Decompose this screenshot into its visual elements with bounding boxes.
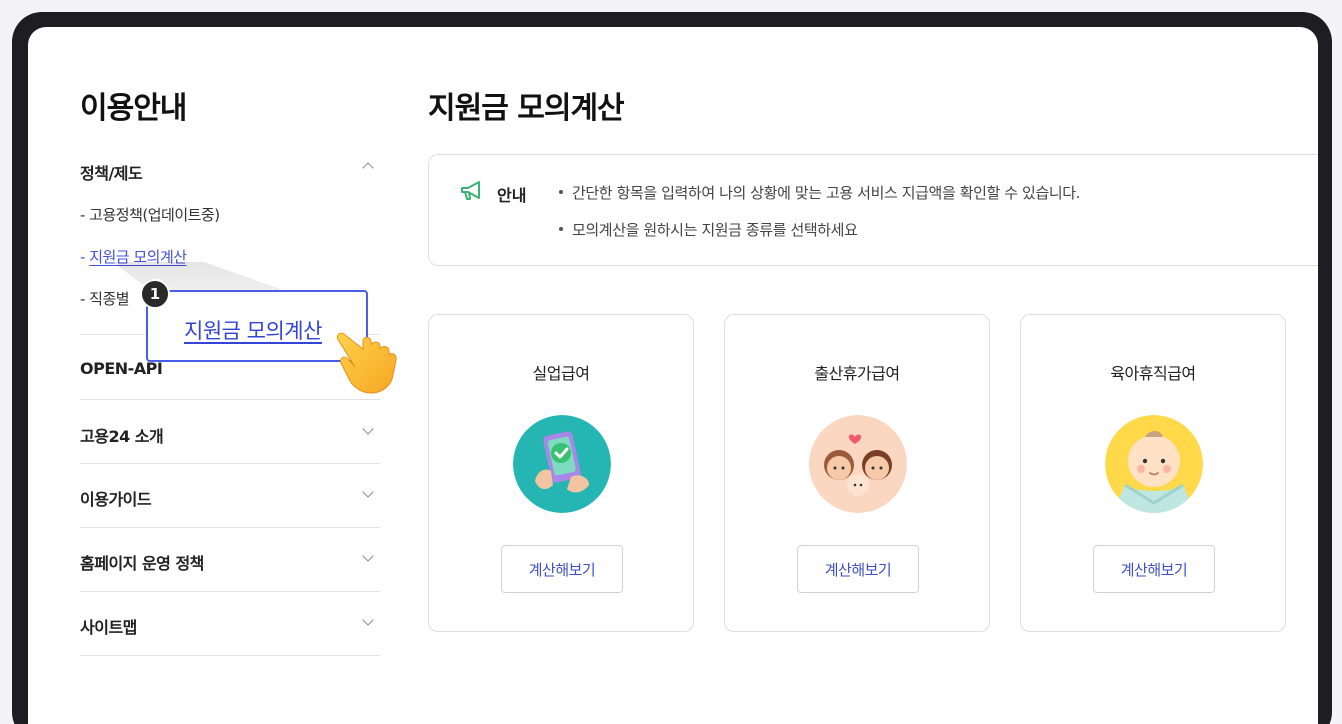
- sidebar-section-policy-operation[interactable]: 홈페이지 운영 정책: [80, 550, 204, 574]
- sidebar-section-sitemap[interactable]: 사이트맵: [80, 614, 137, 638]
- divider: [80, 591, 380, 592]
- card-title: 출산휴가급여: [814, 364, 900, 383]
- calculate-button[interactable]: 계산해보기: [501, 545, 623, 593]
- step-badge: 1: [140, 279, 170, 309]
- calculate-button[interactable]: 계산해보기: [797, 545, 919, 593]
- card-maternity-benefit: 출산휴가급여 계산해보기: [724, 314, 990, 632]
- notice-text: 모의계산을 원하시는 지원금 종류를 선택하세요: [572, 221, 858, 239]
- sidebar-section-guide[interactable]: 이용가이드: [80, 486, 152, 510]
- notice-line: 간단한 항목을 입력하여 나의 상황에 맞는 고용 서비스 지급액을 확인할 수…: [559, 182, 1080, 203]
- sidebar-section-policy[interactable]: 정책/제도: [80, 160, 143, 184]
- sidebar-item-prefix: -: [80, 248, 90, 266]
- chevron-down-icon[interactable]: [362, 423, 374, 435]
- divider: [80, 399, 380, 400]
- card-parental-leave-benefit: 육아휴직급여 계산해보기: [1020, 314, 1286, 632]
- calculate-button[interactable]: 계산해보기: [1093, 545, 1215, 593]
- divider: [80, 527, 380, 528]
- parents-baby-icon: [809, 415, 907, 513]
- card-title: 육아휴직급여: [1110, 364, 1196, 383]
- sidebar-title: 이용안내: [80, 91, 187, 126]
- phone-check-icon: [513, 415, 611, 513]
- chevron-down-icon[interactable]: [362, 614, 374, 626]
- divider: [80, 655, 380, 656]
- chevron-down-icon[interactable]: [362, 486, 374, 498]
- sidebar-item-by-occupation[interactable]: - 직종별: [80, 288, 130, 309]
- page-title: 지원금 모의계산: [428, 91, 625, 126]
- card-title: 실업급여: [532, 364, 590, 383]
- card-unemployment-benefit: 실업급여 계산해보기: [428, 314, 694, 632]
- baby-face-icon: [1105, 415, 1203, 513]
- notice-label: 안내: [497, 186, 527, 205]
- notice-box: 안내 간단한 항목을 입력하여 나의 상황에 맞는 고용 서비스 지급액을 확인…: [428, 154, 1318, 266]
- pointing-hand-icon: [336, 332, 397, 394]
- callout-link-text[interactable]: 지원금 모의계산: [184, 315, 322, 345]
- sidebar-item-employment-policy[interactable]: - 고용정책(업데이트중): [80, 204, 220, 225]
- notice-text: 간단한 항목을 입력하여 나의 상황에 맞는 고용 서비스 지급액을 확인할 수…: [572, 184, 1081, 202]
- divider: [80, 463, 380, 464]
- sidebar-section-about[interactable]: 고용24 소개: [80, 423, 164, 447]
- notice-line: 모의계산을 원하시는 지원금 종류를 선택하세요: [559, 219, 858, 240]
- chevron-up-icon[interactable]: [362, 162, 374, 174]
- megaphone-icon: [461, 181, 480, 200]
- screen: 이용안내 정책/제도 - 고용정책(업데이트중) - 지원금 모의계산 - 직종…: [28, 27, 1318, 724]
- chevron-down-icon[interactable]: [362, 550, 374, 562]
